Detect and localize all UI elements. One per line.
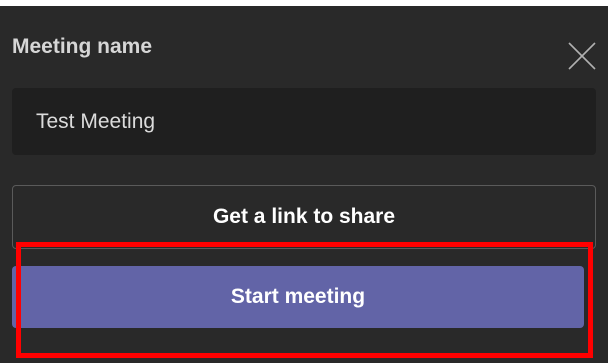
meet-now-dialog: Meeting name Get a link to share Start m…	[0, 6, 608, 363]
get-link-button[interactable]: Get a link to share	[12, 185, 596, 249]
meeting-name-label: Meeting name	[12, 35, 153, 58]
close-icon	[568, 42, 596, 70]
start-meeting-button[interactable]: Start meeting	[12, 266, 584, 328]
meeting-name-input[interactable]	[12, 88, 596, 155]
close-button[interactable]	[566, 40, 598, 72]
